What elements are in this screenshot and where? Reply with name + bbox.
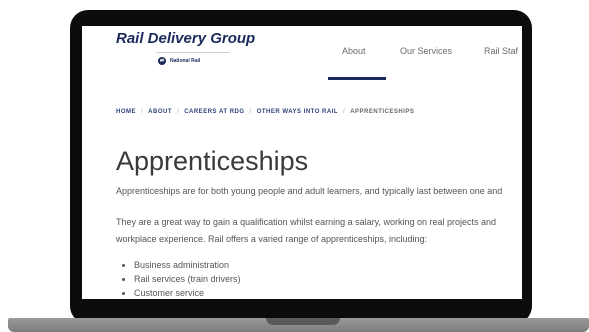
nav-rail-staff[interactable]: Rail Staf [484,46,518,56]
nav-active-indicator [328,77,386,80]
apprenticeship-list: Business administration Rail services (t… [122,258,241,299]
page-title: Apprenticeships [116,146,309,176]
breadcrumb-separator: / [141,109,144,115]
sub-brand-label: National Rail [170,58,201,64]
breadcrumb-about[interactable]: ABOUT [148,109,172,115]
body-line-2: workplace experience. Rail offers a vari… [116,234,428,244]
breadcrumb-separator: / [249,109,252,115]
laptop-notch [266,318,340,325]
logo-divider [156,52,230,53]
list-item: Rail services (train drivers) [134,272,241,286]
breadcrumb-careers[interactable]: CAREERS AT RDG [184,109,244,115]
breadcrumb-separator: / [177,109,180,115]
breadcrumb-separator: / [343,109,346,115]
breadcrumb-home[interactable]: HOME [116,109,136,115]
nav-our-services[interactable]: Our Services [400,46,452,56]
list-item: Customer service [134,286,241,299]
list-item: Business administration [134,258,241,272]
national-rail-icon: ⇄ [158,57,166,65]
breadcrumb: HOME / ABOUT / CAREERS AT RDG / OTHER WA… [116,109,414,115]
browser-viewport: Rail Delivery Group ⇄ National Rail Abou… [82,26,522,299]
body-line-1: They are a great way to gain a qualifica… [116,217,497,227]
breadcrumb-current: APPRENTICESHIPS [350,109,415,115]
national-rail-logo: ⇄ National Rail [158,57,200,65]
breadcrumb-other-ways[interactable]: OTHER WAYS INTO RAIL [257,109,338,115]
nav-about[interactable]: About [342,46,366,56]
intro-paragraph: Apprenticeships are for both young peopl… [116,186,503,196]
brand-logo[interactable]: Rail Delivery Group [116,30,255,47]
